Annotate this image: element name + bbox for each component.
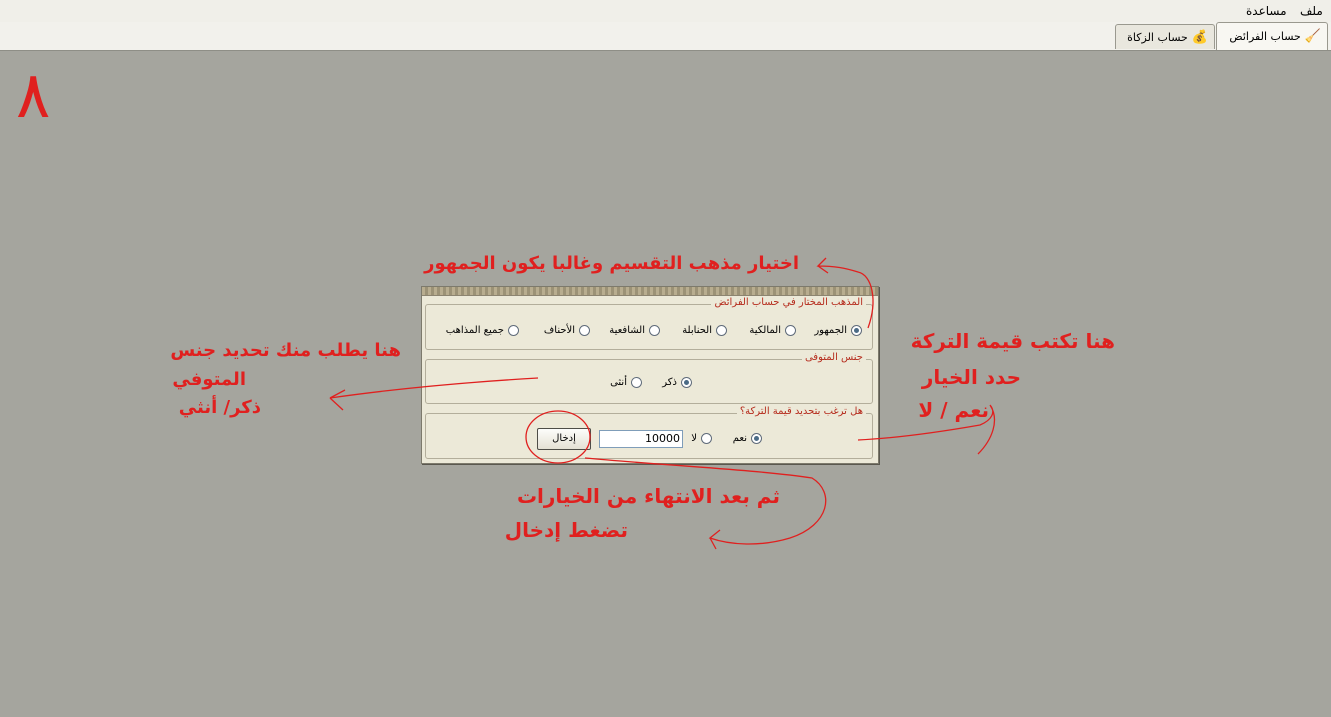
circle-enter-button [525, 410, 591, 464]
arrow-estate [857, 404, 995, 455]
arrow-finish [584, 457, 827, 550]
annotation-arrows [329, 257, 995, 550]
arrow-gender [329, 377, 539, 411]
arrow-madhhab [816, 257, 874, 329]
